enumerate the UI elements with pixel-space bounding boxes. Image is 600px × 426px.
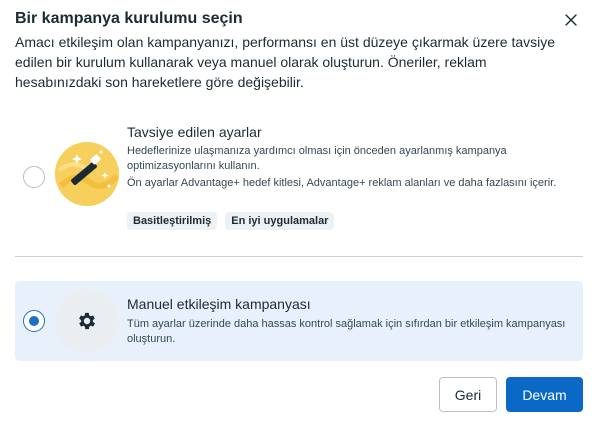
tag-simplified: Basitleştirilmiş	[127, 212, 218, 230]
gear-icon-container	[55, 289, 119, 353]
radio-recommended[interactable]	[23, 166, 45, 188]
option-manual-campaign[interactable]: Manuel etkileşim kampanyası Tüm ayarlar …	[15, 281, 583, 361]
radio-selected-dot	[28, 315, 39, 326]
option-description: Hedeflerinize ulaşmanıza yardımcı olması…	[127, 145, 507, 172]
option-title: Tavsiye edilen ayarlar	[127, 124, 262, 140]
continue-button[interactable]: Devam	[506, 377, 583, 412]
option-recommended-settings[interactable]: Tavsiye edilen ayarlar Hedeflerinize ula…	[15, 112, 583, 246]
back-button[interactable]: Geri	[439, 377, 497, 412]
radio-manual[interactable]	[23, 310, 45, 332]
option-description-extra: Ön ayarlar Advantage+ hedef kitlesi, Adv…	[127, 177, 557, 189]
campaign-setup-dialog: Bir kampanya kurulumu seçin Amacı etkile…	[0, 0, 600, 426]
gear-icon	[79, 312, 95, 330]
magic-wand-icon	[55, 142, 119, 206]
divider	[15, 256, 583, 257]
close-icon	[565, 14, 577, 26]
option-title: Manuel etkileşim kampanyası	[127, 296, 311, 312]
option-description: Tüm ayarlar üzerinde daha hassas kontrol…	[127, 318, 566, 345]
option-tags: Basitleştirilmiş En iyi uygulamalar	[127, 212, 335, 230]
close-button[interactable]	[561, 10, 581, 30]
tag-best-practices: En iyi uygulamalar	[225, 212, 335, 230]
dialog-description: Amacı etkileşim olan kampanyanızı, perfo…	[15, 34, 556, 90]
dialog-title: Bir kampanya kurulumu seçin	[15, 10, 243, 27]
